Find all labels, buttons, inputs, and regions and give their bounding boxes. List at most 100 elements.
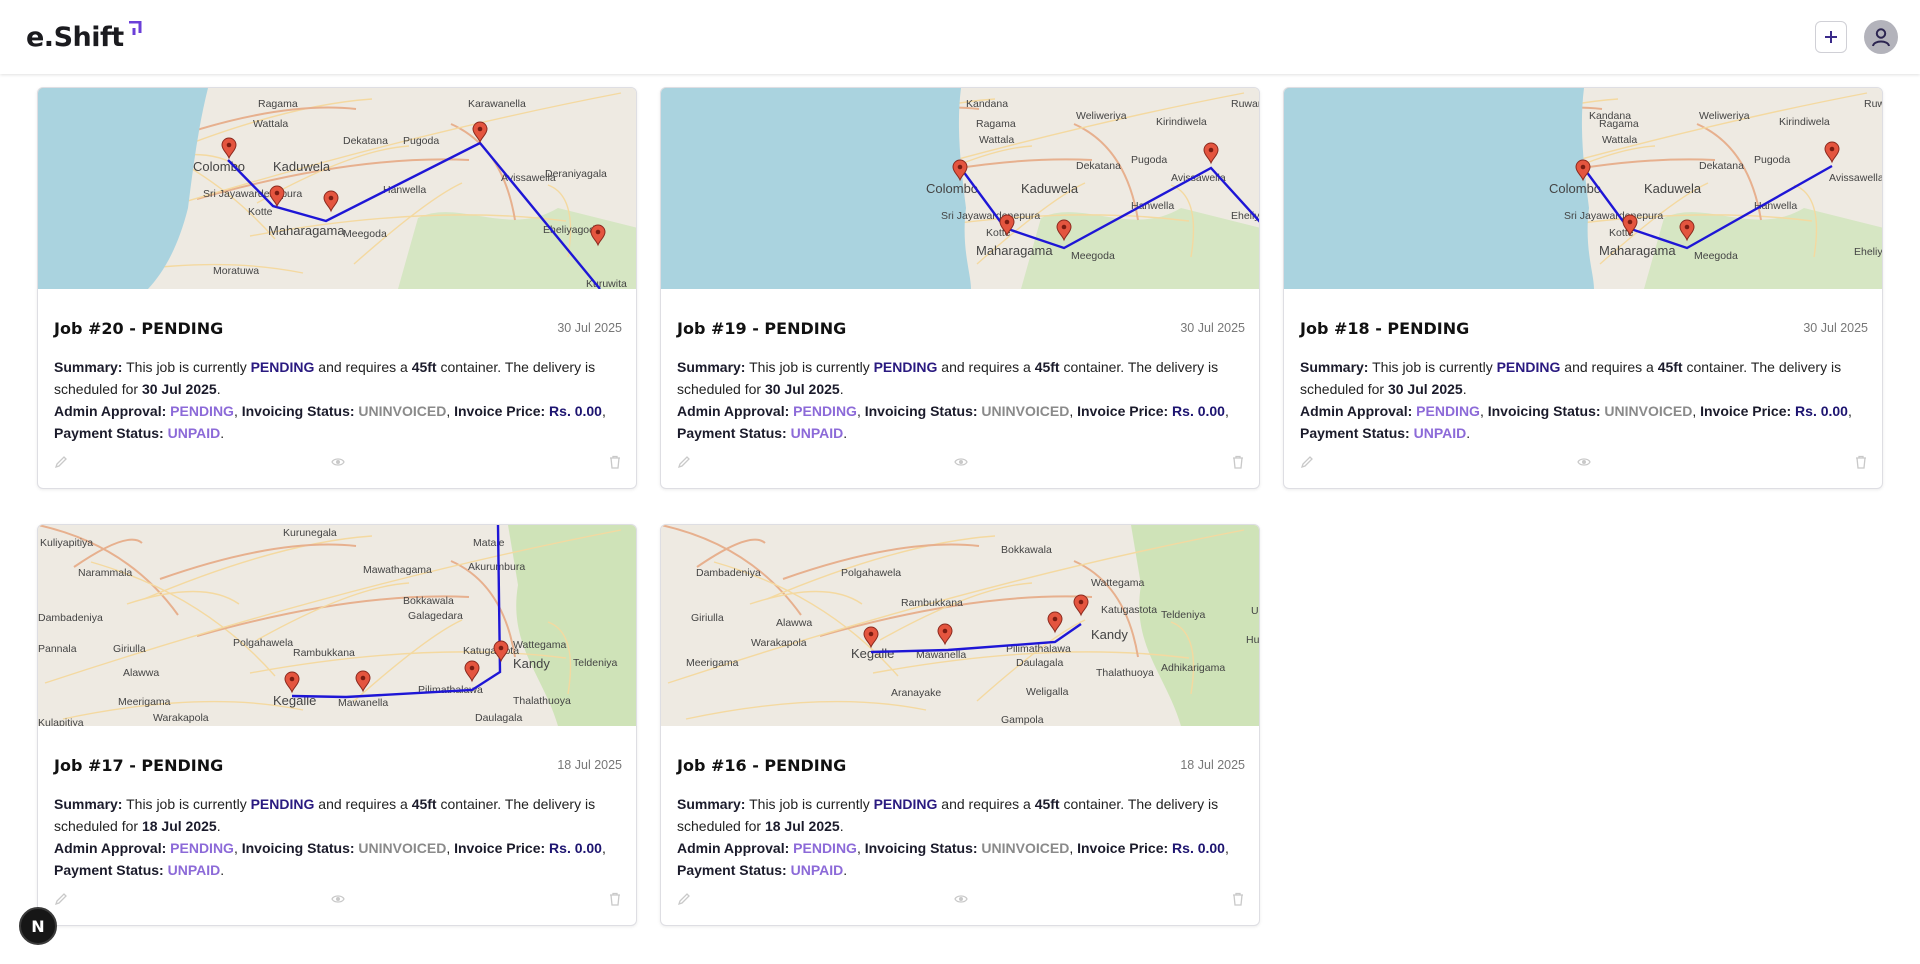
eye-icon[interactable]	[331, 455, 345, 469]
trash-icon[interactable]	[608, 892, 622, 906]
summary-label: Summary:	[677, 796, 746, 812]
map-place-label: Pannala	[38, 643, 77, 655]
map-place-label: Karawanella	[468, 98, 526, 110]
user-avatar[interactable]	[1864, 20, 1898, 54]
map-place-label: Dambadeniya	[38, 612, 103, 624]
plus-icon	[1825, 31, 1837, 43]
map-place-label: Wattegama	[1091, 577, 1144, 589]
trash-icon[interactable]	[1854, 455, 1868, 469]
map-place-label: Rambukkana	[901, 597, 963, 609]
map-place-label: Dekatana	[343, 135, 388, 147]
admin-approval-value: PENDING	[1416, 403, 1480, 419]
summary-text: This job is currently	[1372, 359, 1493, 375]
payment-status-value: UNPAID	[790, 862, 844, 878]
admin-approval-value: PENDING	[170, 840, 234, 856]
payment-status-label: Payment Status:	[677, 862, 787, 878]
invoice-price-label: Invoice Price:	[1077, 403, 1169, 419]
job-card[interactable]: RuwanweKandanaWeliweriyaRagamaKirindiwel…	[1283, 87, 1883, 489]
payment-status-label: Payment Status:	[1300, 425, 1410, 441]
map-forest-area	[398, 208, 636, 289]
job-summary: Summary: This job is currently PENDING a…	[677, 359, 1229, 441]
job-card[interactable]: Ragama Wattala Karawanella Colombo Kaduwela S…	[37, 87, 637, 489]
app-logo[interactable]: e.Shift	[26, 21, 142, 53]
map-place-label: Daulagala	[475, 712, 522, 724]
job-date: 18 Jul 2025	[1180, 758, 1245, 772]
eye-icon[interactable]	[954, 892, 968, 906]
map-place-label: Warakapola	[751, 637, 807, 649]
trash-icon[interactable]	[1231, 892, 1245, 906]
pencil-icon[interactable]	[1300, 455, 1314, 469]
map-place-label: Kaduwela	[273, 159, 331, 174]
payment-status-value: UNPAID	[790, 425, 844, 441]
trash-icon[interactable]	[608, 455, 622, 469]
map-place-label: Ragama	[258, 98, 298, 110]
map-place-label: Eheliyag	[1854, 246, 1883, 258]
job-title: Job #19 - PENDING	[677, 319, 847, 338]
eye-icon[interactable]	[954, 455, 968, 469]
job-card[interactable]: Kandana Weliweriya Ruwanwe Ragama Kirindiwel…	[660, 87, 1260, 489]
admin-approval-label: Admin Approval:	[1300, 403, 1413, 419]
route-map[interactable]: RuwanweKandanaWeliweriyaRagamaKirindiwel…	[1284, 88, 1883, 289]
eye-icon[interactable]	[1577, 455, 1591, 469]
summary-text: This job is currently	[749, 796, 870, 812]
map-place-label: Meegoda	[1071, 250, 1115, 262]
add-job-button[interactable]	[1815, 21, 1847, 53]
job-card-header: Job #19 - PENDING 30 Jul 2025	[677, 319, 1245, 341]
map-place-label: Maharagama	[268, 223, 345, 238]
trash-icon[interactable]	[1231, 455, 1245, 469]
route-map-canvas: RuwanweKandanaWeliweriyaRagamaKirindiwel…	[1284, 88, 1883, 289]
route-map-canvas: Kuliyapitiya Kurunegala Matale Narammala Maw…	[38, 525, 636, 726]
map-place-label: Ududu	[1251, 605, 1260, 617]
job-summary: Summary: This job is currently PENDING a…	[54, 796, 606, 878]
job-card[interactable]: Kuliyapitiya Kurunegala Matale Narammala Maw…	[37, 524, 637, 926]
user-icon	[1872, 28, 1890, 47]
map-place-label: Kandy	[1091, 627, 1128, 642]
route-map-canvas: Bokkawala Dambadeniya Polgahawela Rambukkan…	[661, 525, 1260, 726]
route-map[interactable]: Kandana Weliweriya Ruwanwe Ragama Kirindiwel…	[661, 88, 1259, 289]
admin-approval-label: Admin Approval:	[677, 840, 790, 856]
summary-text: and requires a	[318, 359, 408, 375]
eye-icon[interactable]	[331, 892, 345, 906]
map-place-label: Giriulla	[691, 612, 724, 624]
invoice-price-value: Rs. 0.00	[1172, 840, 1225, 856]
route-map[interactable]: Kuliyapitiya Kurunegala Matale Narammala Maw…	[38, 525, 636, 726]
fab-label: N	[31, 916, 45, 936]
map-place-label: Meegoda	[1694, 250, 1738, 262]
summary-text: This job is currently	[749, 359, 870, 375]
delivery-date: 30 Jul 2025	[141, 381, 217, 397]
job-date: 30 Jul 2025	[1180, 321, 1245, 335]
pencil-icon[interactable]	[54, 892, 68, 906]
map-place-label: Thalathuoya	[1096, 667, 1154, 679]
route-map[interactable]: Ragama Wattala Karawanella Colombo Kaduwela S…	[38, 88, 636, 289]
map-place-label: Weliweriya	[1076, 110, 1127, 122]
map-place-label: Kandy	[513, 656, 550, 671]
map-place-label: Thalathuoya	[513, 695, 571, 707]
map-place-label: Sri Jayawardenepura	[1564, 210, 1663, 222]
delivery-date: 30 Jul 2025	[1387, 381, 1463, 397]
job-status: PENDING	[873, 796, 938, 812]
pencil-icon[interactable]	[54, 455, 68, 469]
job-card[interactable]: Bokkawala Dambadeniya Polgahawela Rambukkan…	[660, 524, 1260, 926]
invoice-price-label: Invoice Price:	[454, 403, 546, 419]
map-place-label: Colombo	[193, 159, 245, 174]
map-forest-area	[1021, 208, 1259, 289]
map-place-label: Maharagama	[976, 243, 1053, 258]
map-place-label: Sri Jayawardenepura	[941, 210, 1040, 222]
job-title: Job #18 - PENDING	[1300, 319, 1470, 338]
map-place-label: Meerigama	[686, 657, 739, 669]
map-sea	[1284, 88, 1594, 289]
admin-approval-value: PENDING	[793, 840, 857, 856]
next-dev-tools-button[interactable]: N	[19, 907, 57, 945]
map-place-label: Katugastota	[463, 645, 519, 657]
pencil-icon[interactable]	[677, 455, 691, 469]
container-size: 45ft	[411, 359, 437, 375]
pencil-icon[interactable]	[677, 892, 691, 906]
map-place-label: Dekatana	[1699, 160, 1744, 172]
map-place-label: Hunnasgiri	[1246, 634, 1260, 646]
map-place-label: Wattala	[253, 118, 288, 130]
route-map[interactable]: Bokkawala Dambadeniya Polgahawela Rambukkan…	[661, 525, 1260, 726]
delivery-date: 18 Jul 2025	[764, 818, 840, 834]
map-place-label: Ruwanwe	[1864, 98, 1883, 110]
map-place-label: Narammala	[78, 567, 132, 579]
map-place-label: Maharagama	[1599, 243, 1676, 258]
